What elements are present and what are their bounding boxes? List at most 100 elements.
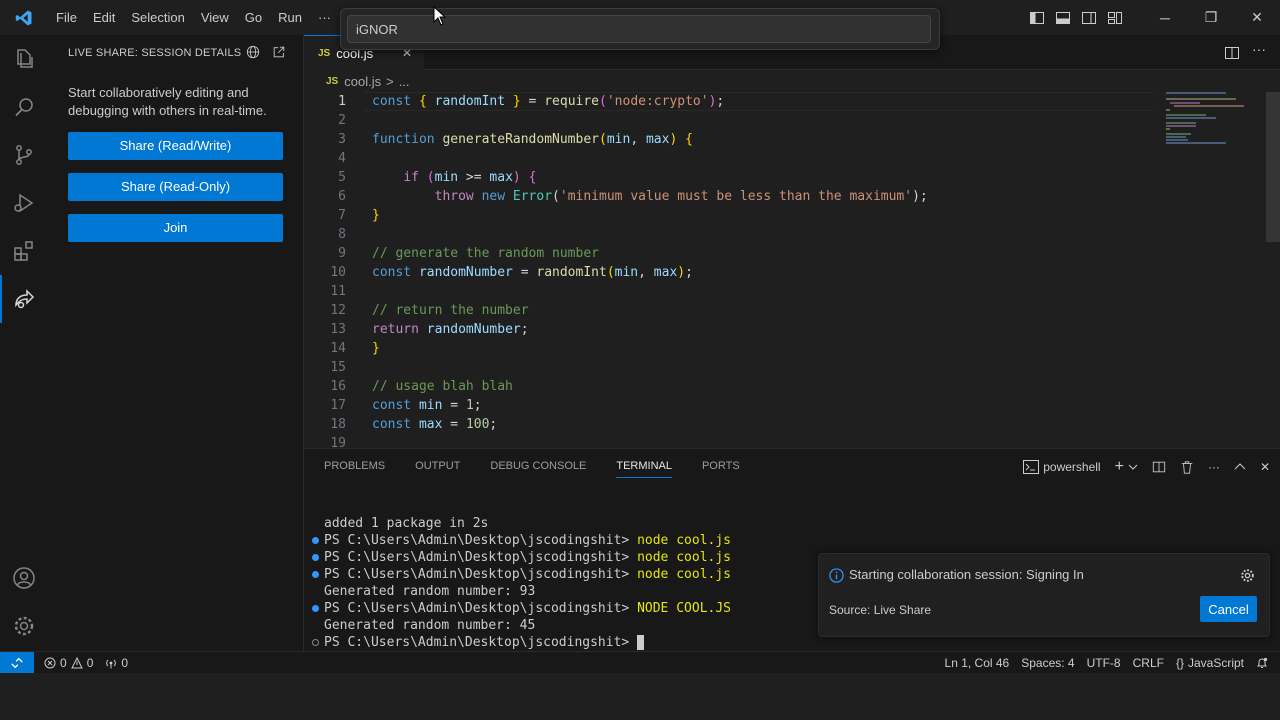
terminal-dropdown-chevron-icon[interactable]: [1128, 462, 1138, 472]
breadcrumb-symbol[interactable]: ...: [399, 74, 410, 89]
code-text: // return the number: [372, 301, 529, 320]
code-token: ,: [630, 132, 646, 147]
cursor-position[interactable]: Ln 1, Col 46: [939, 656, 1016, 670]
line-number: 3: [338, 132, 346, 147]
new-terminal-icon[interactable]: +: [1115, 458, 1124, 476]
accounts-icon[interactable]: [0, 554, 48, 602]
split-terminal-icon[interactable]: [1152, 460, 1166, 474]
open-external-icon[interactable]: [272, 45, 286, 62]
encoding[interactable]: UTF-8: [1081, 656, 1127, 670]
code-line: 17 const min = 1;: [304, 396, 1204, 415]
code-line: 3 function generateRandomNumber(min, max)…: [304, 130, 1204, 149]
tab-debug-console[interactable]: DEBUG CONSOLE: [490, 449, 586, 484]
code-token: min: [434, 170, 459, 185]
code-line: 15: [304, 358, 1204, 377]
code-line: 4: [304, 149, 1204, 168]
toggle-panel-icon[interactable]: [1050, 0, 1076, 35]
command-decoration-dot[interactable]: [312, 571, 319, 578]
vscode-logo-icon: [0, 0, 48, 35]
command-decoration-dot[interactable]: [312, 537, 319, 544]
tab-ports[interactable]: PORTS: [702, 449, 740, 484]
more-actions-icon[interactable]: ···: [1252, 41, 1266, 57]
tab-problems[interactable]: PROBLEMS: [324, 449, 385, 484]
command-decoration-dot[interactable]: [312, 639, 319, 646]
code-token: Error: [512, 189, 553, 204]
terminal-line: PS C:\Users\Admin\Desktop\jscodingshit> …: [324, 600, 731, 617]
breadcrumb-file[interactable]: cool.js: [344, 74, 381, 89]
line-number: 18: [330, 417, 346, 432]
code-text: // usage blah blah: [372, 377, 513, 396]
search-icon[interactable]: [0, 83, 48, 131]
problems-indicator[interactable]: 0 0: [38, 656, 99, 670]
join-button[interactable]: Join: [68, 214, 283, 242]
manage-gear-icon[interactable]: [0, 602, 48, 650]
terminal-line: added 1 package in 2s: [324, 515, 488, 532]
explorer-icon[interactable]: [0, 35, 48, 83]
code-token: (: [599, 94, 607, 109]
toggle-primary-sidebar-icon[interactable]: [1024, 0, 1050, 35]
extensions-icon[interactable]: [0, 227, 48, 275]
code-line: 19: [304, 434, 1204, 448]
command-decoration-dot[interactable]: [312, 554, 319, 561]
code-line: 6 throw new Error('minimum value must be…: [304, 187, 1204, 206]
panel-actions: powershell + ··· ✕: [1009, 449, 1270, 484]
menu-view[interactable]: View: [193, 0, 237, 35]
globe-icon[interactable]: [246, 45, 260, 62]
terminal-text: NODE COOL.JS: [637, 601, 731, 616]
terminal-text: node cool.js: [637, 567, 731, 582]
language-mode[interactable]: {} JavaScript: [1170, 656, 1250, 670]
remote-indicator[interactable]: [0, 651, 34, 674]
code-line: 16 // usage blah blah: [304, 377, 1204, 396]
code-token: // return the number: [372, 303, 529, 318]
toggle-secondary-sidebar-icon[interactable]: [1076, 0, 1102, 35]
share-read-write-button[interactable]: Share (Read/Write): [68, 132, 283, 160]
code-text: function generateRandomNumber(min, max) …: [372, 130, 693, 149]
close-panel-icon[interactable]: ✕: [1260, 460, 1270, 474]
code-token: const: [372, 417, 419, 432]
run-debug-icon[interactable]: [0, 179, 48, 227]
indentation[interactable]: Spaces: 4: [1015, 656, 1080, 670]
menu-selection[interactable]: Selection: [123, 0, 192, 35]
minimize-button[interactable]: ─: [1142, 0, 1188, 35]
menu-go[interactable]: Go: [237, 0, 270, 35]
notification-settings-gear-icon[interactable]: [1240, 568, 1255, 583]
error-count: 0: [60, 655, 67, 670]
more-panel-actions-icon[interactable]: ···: [1208, 460, 1220, 474]
customize-layout-icon[interactable]: [1102, 0, 1128, 35]
breadcrumb-js-icon: JS: [326, 75, 339, 87]
kill-terminal-trash-icon[interactable]: [1180, 460, 1194, 474]
restore-button[interactable]: ❐: [1188, 0, 1234, 35]
split-editor-icon[interactable]: [1224, 45, 1240, 64]
code-line: 12 // return the number: [304, 301, 1204, 320]
editor-scrollbar[interactable]: [1266, 92, 1280, 242]
menu-file[interactable]: File: [48, 0, 85, 35]
terminal-shell-selector[interactable]: powershell: [1023, 459, 1101, 474]
ports-indicator[interactable]: 0: [99, 656, 134, 670]
close-window-button[interactable]: ✕: [1234, 0, 1280, 35]
source-control-icon[interactable]: [0, 131, 48, 179]
code-text: }: [372, 206, 380, 225]
tab-terminal[interactable]: TERMINAL: [616, 449, 672, 484]
end-of-line[interactable]: CRLF: [1127, 656, 1170, 670]
code-token: throw: [434, 189, 482, 204]
code-token: (: [606, 265, 615, 280]
code-editor[interactable]: 1 const { randomInt } = require('node:cry…: [304, 92, 1280, 448]
tab-output[interactable]: OUTPUT: [415, 449, 460, 484]
menu-edit[interactable]: Edit: [85, 0, 123, 35]
command-decoration-dot[interactable]: [312, 605, 319, 612]
code-token: );: [912, 189, 928, 204]
minimap[interactable]: [1166, 92, 1266, 152]
line-number: 4: [338, 151, 346, 166]
menu-more[interactable]: ···: [310, 0, 339, 35]
cancel-button[interactable]: Cancel: [1200, 596, 1257, 622]
line-number: 10: [330, 265, 346, 280]
notifications-bell-icon[interactable]: [1250, 657, 1274, 669]
maximize-panel-icon[interactable]: [1234, 461, 1246, 473]
line-number: 2: [338, 113, 346, 128]
live-share-icon[interactable]: [0, 275, 48, 323]
menu-run[interactable]: Run: [270, 0, 310, 35]
share-read-only-button[interactable]: Share (Read-Only): [68, 173, 283, 201]
code-token: function: [372, 132, 443, 147]
